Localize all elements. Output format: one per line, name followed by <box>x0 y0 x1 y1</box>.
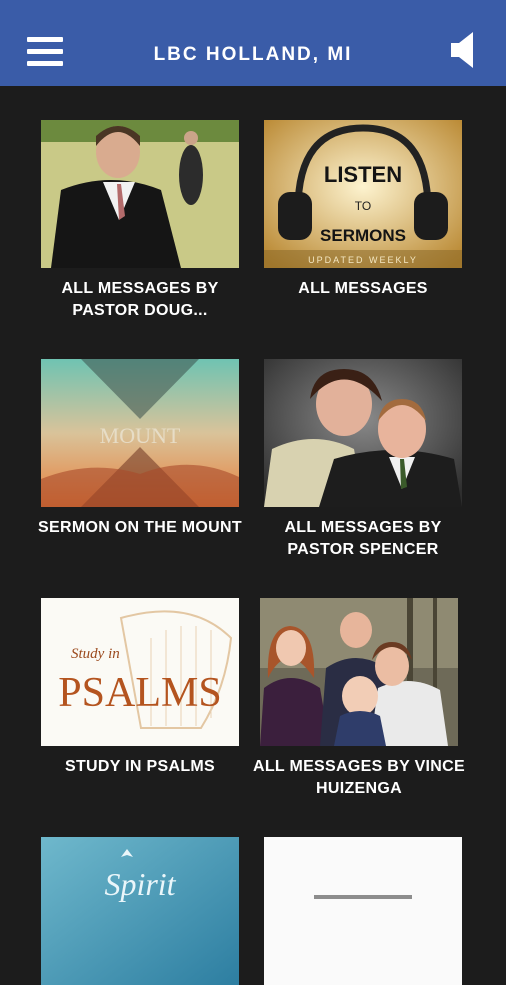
study-in-psalms-art: Study in PSALMS <box>41 598 239 746</box>
vince-huizenga-family-photo <box>260 598 458 746</box>
page-title: LBC HOLLAND, MI <box>153 44 353 65</box>
tile-label: SERMON ON THE MOUNT <box>38 519 242 536</box>
art-text-study-in: Study in <box>71 646 120 662</box>
art-text-to: TO <box>355 199 371 213</box>
listen-to-sermons-art: LISTEN TO SERMONS UPDATED WEEKLY <box>264 120 462 268</box>
tile-label: ALL MESSAGES BY VINCE HUIZENGA <box>253 758 465 797</box>
art-text-spirit: Spirit <box>104 866 176 902</box>
art-text-listen: LISTEN <box>324 162 402 187</box>
sermon-mount-art: MOUNT <box>41 359 239 507</box>
pastor-spencer-photo <box>264 359 462 507</box>
spirit-art: Spirit <box>41 837 239 985</box>
speaker-icon[interactable] <box>449 31 477 69</box>
app-header: LBC HOLLAND, MI <box>0 0 506 86</box>
white-art <box>264 837 462 985</box>
tile-label: ALL MESSAGES BY PASTOR SPENCER <box>284 519 442 558</box>
art-text-sermons: SERMONS <box>320 226 406 245</box>
art-text-psalms: PSALMS <box>58 670 221 716</box>
art-text-footer: UPDATED WEEKLY <box>308 255 418 265</box>
pastor-doug-photo <box>41 120 239 268</box>
tile-label: ALL MESSAGES <box>298 280 428 297</box>
tile-label: ALL MESSAGES BY PASTOR DOUG... <box>61 280 219 319</box>
art-text-mount: MOUNT <box>100 423 181 448</box>
tile-label: STUDY IN PSALMS <box>65 758 215 775</box>
